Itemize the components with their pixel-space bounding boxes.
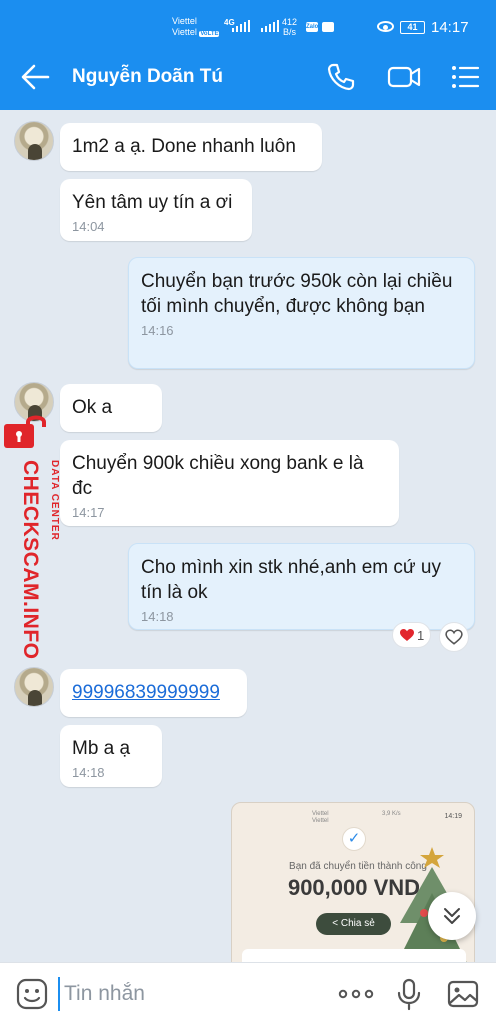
heart-outline-icon [445, 629, 463, 645]
signal-icon [232, 20, 250, 32]
image-time: 14:19 [444, 813, 462, 820]
list-menu-icon [452, 66, 480, 88]
message-bubble[interactable]: 99996839999999 [60, 669, 247, 717]
message-input[interactable] [58, 977, 298, 1011]
voice-message-button[interactable] [394, 977, 428, 1011]
share-icon: < [332, 918, 339, 929]
status-bar: Viettel Viettel VoLTE 4G 412 B/s Zalo 41… [0, 0, 496, 44]
message-text: Chuyển 900k chiều xong bank e là đc [72, 453, 364, 499]
message-bubble[interactable]: Cho mình xin stk nhé,anh em cứ uy tín là… [128, 543, 475, 630]
share-button: < Chia sẻ [316, 913, 391, 935]
reaction-summary[interactable]: 1 [392, 622, 432, 648]
watermark-sub: DATA CENTER [49, 460, 60, 541]
back-button[interactable] [18, 61, 52, 93]
status-time: 14:17 [431, 19, 469, 36]
message-time: 14:17 [72, 505, 105, 520]
contact-name[interactable]: Nguyễn Doãn Tú [72, 66, 223, 88]
avatar[interactable] [14, 667, 54, 707]
message-bubble[interactable]: Ok a [60, 384, 162, 432]
options-menu-button[interactable] [448, 60, 482, 94]
search-notification-icon [322, 22, 334, 32]
chat-header: Nguyễn Doãn Tú [0, 44, 496, 110]
voice-call-button[interactable] [324, 60, 358, 94]
avatar[interactable] [14, 121, 54, 161]
message-text: Cho mình xin stk nhé,anh em cứ uy tín là… [141, 557, 441, 603]
message-time: 14:04 [72, 219, 105, 234]
react-button[interactable] [439, 622, 470, 652]
message-bubble[interactable]: Chuyển bạn trước 950k còn lại chiều tối … [128, 257, 475, 369]
image-picker-button[interactable] [446, 977, 480, 1011]
message-bubble[interactable]: Mb a ạ 14:18 [60, 725, 162, 787]
phone-icon [327, 63, 355, 91]
message-text: Yên tâm uy tín a ơi [72, 192, 233, 213]
arrow-left-icon [21, 64, 50, 90]
more-options-button[interactable] [336, 977, 376, 1011]
reaction-count: 1 [417, 627, 425, 643]
video-call-button[interactable] [386, 60, 421, 94]
video-icon [387, 66, 421, 88]
message-text: Chuyển bạn trước 950k còn lại chiều tối … [141, 271, 453, 317]
image-status-bar: Viettel Viettel [312, 811, 329, 824]
message-text: Mb a ạ [72, 738, 131, 759]
account-number-link[interactable]: 99996839999999 [72, 682, 220, 703]
microphone-icon [397, 978, 421, 1011]
volte-badge: VoLTE [199, 31, 220, 37]
carrier-1: Viettel [172, 16, 197, 26]
sticker-button[interactable] [15, 977, 49, 1011]
message-bubble[interactable]: Chuyển 900k chiều xong bank e là đc 14:1… [60, 440, 399, 526]
signal-icon-2 [261, 20, 279, 32]
message-text: Ok a [72, 397, 113, 418]
more-horizontal-icon [338, 989, 374, 999]
message-bubble[interactable]: 1m2 a ạ. Done nhanh luôn [60, 123, 322, 171]
image-speed: 3,9 K/s [382, 811, 401, 817]
message-time: 14:18 [72, 765, 105, 780]
lock-icon [4, 415, 46, 448]
zalo-notification-icon: Zalo [306, 22, 319, 32]
scroll-to-bottom-button[interactable] [428, 892, 476, 940]
message-text: 1m2 a ạ. Done nhanh luôn [72, 136, 296, 157]
battery-icon: 41 [400, 21, 425, 34]
message-bubble[interactable]: Yên tâm uy tín a ơi 14:04 [60, 179, 252, 241]
watermark-main: CHECKSCAM.INFO [19, 460, 42, 660]
watermark-text: CHECKSCAM.INFO DATA CENTER [18, 460, 60, 660]
message-input-bar [0, 962, 496, 1024]
eye-comfort-icon [377, 21, 394, 32]
image-icon [447, 980, 479, 1008]
sticker-icon [16, 978, 48, 1010]
heart-icon [400, 629, 414, 641]
double-chevron-down-icon [444, 908, 460, 924]
transfer-screenshot-image[interactable]: Viettel Viettel 3,9 K/s 14:19 ✓ Bạn đã c… [231, 802, 475, 982]
carrier-2: Viettel VoLTE [172, 27, 220, 37]
network-speed: 412 B/s [282, 17, 298, 37]
watermark: CHECKSCAM.INFO DATA CENTER [0, 408, 60, 660]
message-time: 14:16 [141, 323, 174, 338]
carrier-labels: Viettel Viettel VoLTE [172, 16, 220, 40]
check-icon: ✓ [342, 827, 366, 851]
message-reactions: 1 [392, 622, 470, 652]
